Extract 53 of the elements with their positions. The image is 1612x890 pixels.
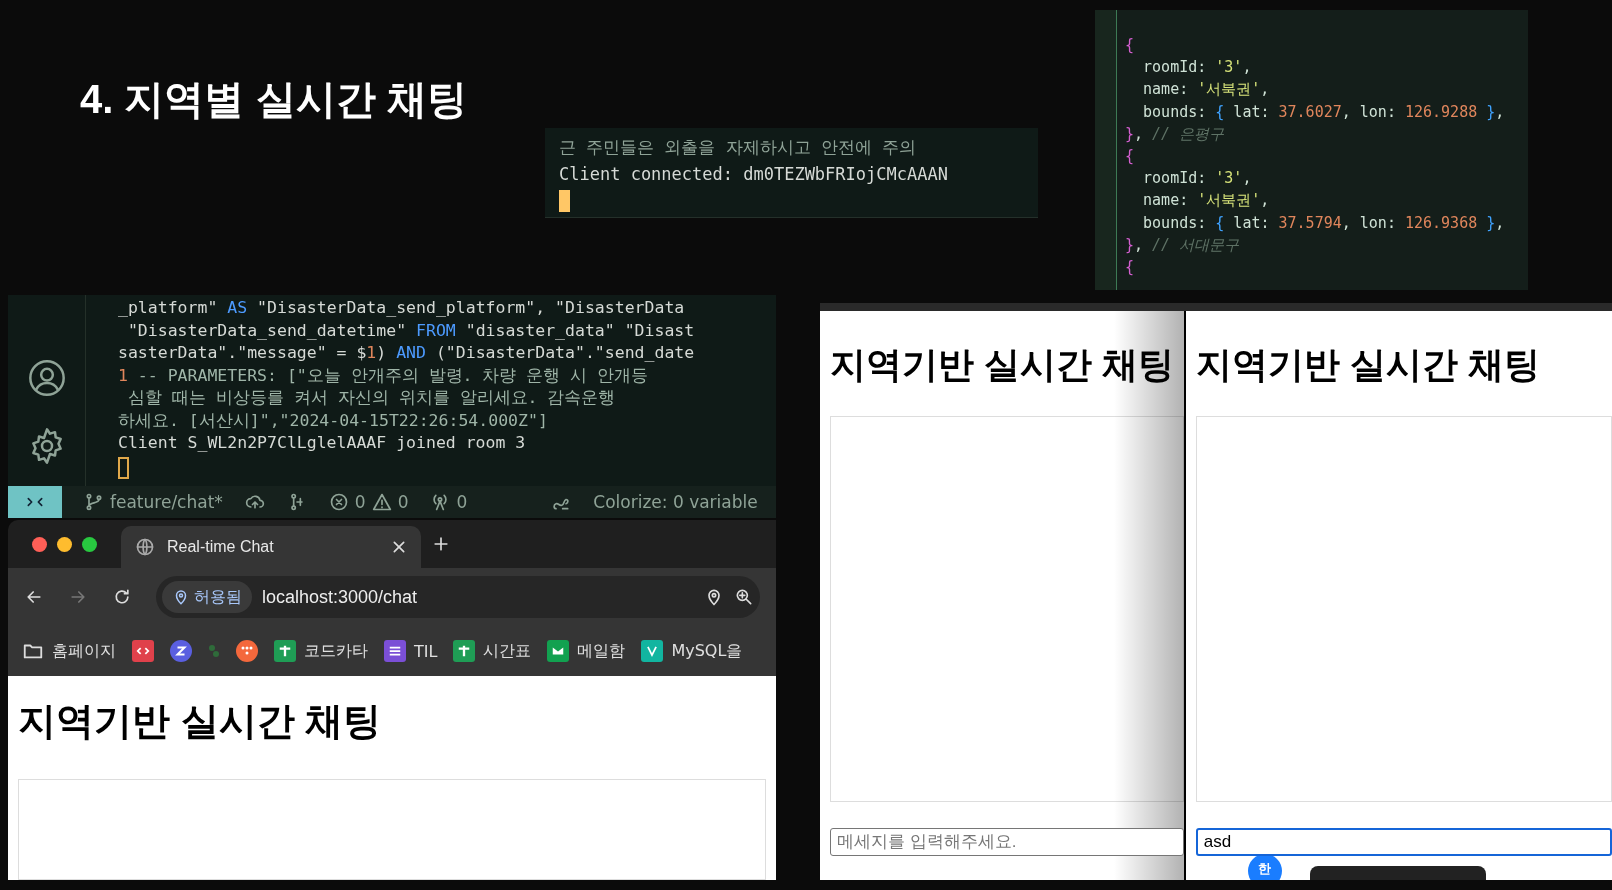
code-line: roomId: '3', [1142,168,1253,190]
reload-icon [112,587,132,607]
zoom-window-button[interactable] [82,536,97,552]
terminal-line: 하세요. [서산시]","2024-04-15T22:26:54.000Z"] [118,409,549,432]
bookmark-item[interactable]: 홈페이지 [22,640,116,662]
code-line: name: '서북권', [1142,79,1271,101]
bookmark-item[interactable]: 메일함 [547,640,626,662]
branch-icon [84,492,104,512]
warning-count[interactable]: 0 [397,492,409,512]
colorize-status[interactable]: Colorize: 0 variable [593,492,758,512]
globe-icon [135,537,155,557]
terminal-line: 근 주민들은 외출을 자제하시고 안전에 주의 [559,136,918,159]
close-icon [391,539,407,555]
error-count[interactable]: 0 [354,492,366,512]
page-heading: 지역기반 실시간 채팅 [1195,343,1541,387]
ports-count[interactable]: 0 [456,492,468,512]
address-bar[interactable]: 허용됨 localhost:3000/chat [156,576,760,618]
input-method-badge: 한 [1247,854,1282,880]
browser-tab[interactable]: Real-time Chat [121,526,421,568]
account-icon [26,358,67,398]
code-line: bounds: { lat: 37.6027, lon: 126.9288 }, [1142,101,1505,123]
zoom-icon [734,587,754,607]
site-permission-chip[interactable]: 허용됨 [162,581,252,613]
code-line: }, // 은평구 [1125,123,1226,145]
terminal-line: sasterData"."message" = $1) AND ("DisasterData"."send_date [118,342,695,364]
code-line: { [1125,257,1136,279]
terminal-line: 1 -- PARAMETERS: ["오늘 안개주의 발령. 차량 운행 시 안개등 [118,364,650,387]
terminal-line: Client connected: dm0TEZWbFRIojCMcAAAN [559,163,949,186]
code-line: { [1125,146,1136,167]
code-line: name: '서북권', [1142,190,1271,212]
slide-title: 4. 지역별 실시간 채팅 [80,76,467,123]
message-input[interactable]: 메세지를 입력해주세요. [830,828,1184,856]
code-line: bounds: { lat: 37.5794, lon: 126.9368 }, [1142,212,1505,234]
minimize-window-button[interactable] [57,536,72,552]
bookmark-item[interactable]: MySQL을 [641,640,743,662]
page-heading: 지역기반 실시간 채팅 [18,699,383,744]
bookmark-item[interactable]: 코드카타 [274,640,368,662]
bookmark-item[interactable]: TIL [384,640,438,662]
code-line: { [1125,35,1136,56]
bookmark-item[interactable]: 시간표 [453,640,532,662]
terminal-line: 심할 때는 비상등를 켜서 자신의 위치를 알리세요. 감속운행 [126,387,617,409]
terminal-line: Client S_WL2n2P7ClLglelAAAF joined room 3 [118,432,527,454]
message-input[interactable]: asd [1195,828,1612,856]
terminal-line: _platform" AS "DisasterData_send_platform", "DisasterData [118,297,686,319]
url-text: localhost:3000/chat [262,586,419,608]
branch-name[interactable]: feature/chat* [110,492,223,512]
page-heading: 지역기반 실시간 채팅 [830,343,1175,387]
error-icon [328,492,349,512]
warning-icon [371,492,392,512]
terminal-line: "DisasterData_send_datetime" FROM "disaster_data" "Disast [126,319,695,342]
close-window-button[interactable] [32,536,47,552]
code-line: }, // 서대문구 [1125,234,1241,256]
code-line: roomId: '3', [1142,57,1253,79]
